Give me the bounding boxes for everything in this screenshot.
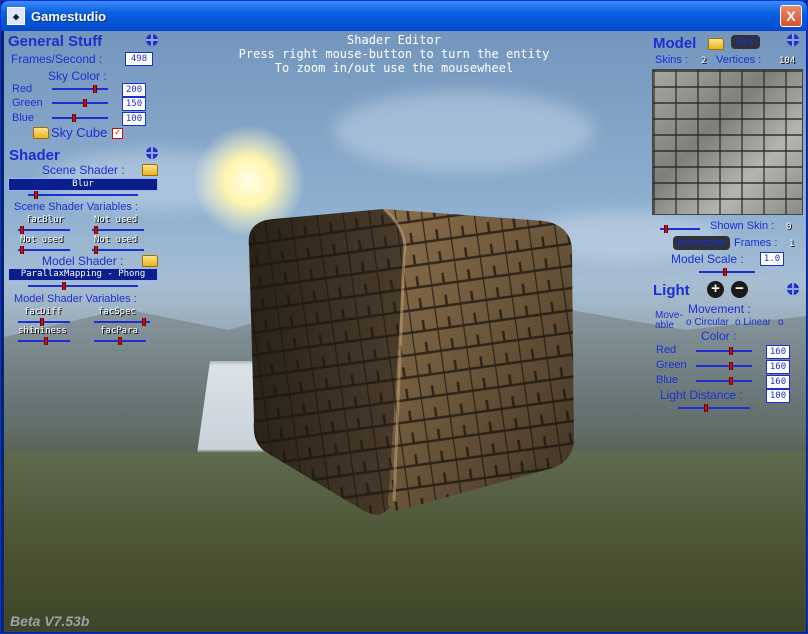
app-window: ◆ Gamestudio X Shader Editor Press right… xyxy=(0,0,808,634)
skins-label: Skins : xyxy=(655,54,689,66)
light-red-value[interactable]: 160 xyxy=(766,345,790,359)
movement-option-third[interactable]: o xyxy=(778,317,784,328)
light-blue-label: Blue xyxy=(656,374,679,386)
animation-button[interactable]: Animation xyxy=(673,236,730,250)
scene-vars-label: Scene Shader Variables : xyxy=(14,201,138,213)
cloud xyxy=(334,91,594,171)
vertices-value: 104 xyxy=(779,56,796,66)
light-blue-slider[interactable] xyxy=(696,377,752,385)
sky-blue-slider[interactable] xyxy=(52,114,108,122)
shown-skin-label: Shown Skin : xyxy=(710,220,775,232)
sky-red-slider[interactable] xyxy=(52,85,108,93)
frames-label: Frames : xyxy=(734,237,778,249)
model-scale-slider[interactable] xyxy=(699,268,755,276)
scene-var-1-slider[interactable] xyxy=(18,226,70,234)
scene-var-4-slider[interactable] xyxy=(92,246,144,254)
folder-icon[interactable] xyxy=(142,255,158,267)
model-scale-value[interactable]: 1.0 xyxy=(760,252,784,266)
sky-cube-checkbox[interactable]: ✓ xyxy=(112,128,123,139)
light-green-slider[interactable] xyxy=(696,362,752,370)
model-var-3-slider[interactable] xyxy=(18,337,70,345)
light-distance-value[interactable]: 100 xyxy=(766,389,790,403)
sky-green-slider[interactable] xyxy=(52,99,108,107)
stone-cube-entity[interactable] xyxy=(234,191,584,541)
version-label: Beta V7.53b xyxy=(10,613,90,629)
render-viewport[interactable]: Shader Editor Press right mouse-button t… xyxy=(4,31,806,632)
model-var-3: shininess xyxy=(18,326,67,336)
folder-icon[interactable] xyxy=(708,38,724,50)
model-var-2: facSpec xyxy=(98,307,136,317)
scene-shader-field[interactable]: Blur xyxy=(8,178,158,191)
scene-var-3-slider[interactable] xyxy=(18,246,70,254)
folder-icon[interactable] xyxy=(33,127,49,139)
model-heading: Model xyxy=(653,35,697,52)
light-distance-label: Light Distance : xyxy=(660,388,743,402)
movement-label: Movement : xyxy=(688,302,751,316)
model-scale-label: Model Scale : xyxy=(671,252,744,266)
sky-green-value[interactable]: 150 xyxy=(122,97,146,111)
model-shader-field[interactable]: ParallaxMapping - Phong xyxy=(8,268,158,281)
scene-var-1: facBlur xyxy=(26,215,64,225)
sky-blue-value[interactable]: 100 xyxy=(122,112,146,126)
model-vars-label: Model Shader Variables : xyxy=(14,293,137,305)
light-heading: Light xyxy=(653,282,690,299)
plus-icon[interactable]: + xyxy=(707,281,724,298)
scene-var-4: Not used xyxy=(94,235,138,245)
movement-option-circular[interactable]: o Circular xyxy=(686,317,729,328)
crosshair-icon[interactable] xyxy=(787,283,799,295)
sky-blue-label: Blue xyxy=(12,112,35,124)
shader-heading: Shader xyxy=(9,147,60,164)
vertices-label: Vertices : xyxy=(716,54,762,66)
crosshair-icon[interactable] xyxy=(787,34,799,46)
shown-skin-value: 0 xyxy=(786,222,792,232)
model-shader-slider[interactable] xyxy=(28,282,138,290)
light-green-label: Green xyxy=(656,359,687,371)
sky-color-label: Sky Color : xyxy=(48,69,107,83)
window-title: Gamestudio xyxy=(31,8,107,24)
scene-shader-slider[interactable] xyxy=(28,191,138,199)
crosshair-icon[interactable] xyxy=(146,34,158,46)
model-var-2-slider[interactable] xyxy=(94,318,150,326)
shown-skin-slider[interactable] xyxy=(660,225,700,233)
minus-icon[interactable]: − xyxy=(731,281,748,298)
general-stuff-heading: General Stuff xyxy=(8,33,103,50)
movement-option-linear[interactable]: o Linear xyxy=(735,317,771,328)
model-var-4-slider[interactable] xyxy=(94,337,146,345)
scene-var-2: Not used xyxy=(94,215,138,225)
model-var-1-slider[interactable] xyxy=(18,318,70,326)
moveable-label: Move- able xyxy=(655,310,683,331)
fps-value: 498 xyxy=(125,52,153,66)
scene-var-2-slider[interactable] xyxy=(92,226,144,234)
frames-value: 1 xyxy=(789,239,795,249)
skin-texture-preview xyxy=(652,69,803,215)
light-red-slider[interactable] xyxy=(696,347,752,355)
close-button[interactable]: X xyxy=(780,5,802,27)
light-red-label: Red xyxy=(656,344,677,356)
app-icon: ◆ xyxy=(7,7,25,25)
model-var-4: facPara xyxy=(100,326,138,336)
fps-label: Frames/Second : xyxy=(11,52,103,66)
skins-value: 2 xyxy=(701,56,707,66)
title-bar: ◆ Gamestudio X xyxy=(1,1,807,31)
sky-red-label: Red xyxy=(12,83,33,95)
light-blue-value[interactable]: 160 xyxy=(766,375,790,389)
light-color-label: Color : xyxy=(701,329,737,343)
light-distance-slider[interactable] xyxy=(678,404,750,412)
sky-red-value[interactable]: 200 xyxy=(122,83,146,97)
skin-button[interactable]: Skin xyxy=(731,35,761,49)
model-var-1: facDiff xyxy=(24,307,62,317)
folder-icon[interactable] xyxy=(142,164,158,176)
sky-cube-label: Sky Cube xyxy=(51,125,108,140)
scene-var-3: Not used xyxy=(20,235,64,245)
sky-green-label: Green xyxy=(12,97,43,109)
light-green-value[interactable]: 160 xyxy=(766,360,790,374)
scene-shader-label: Scene Shader : xyxy=(42,163,125,177)
crosshair-icon[interactable] xyxy=(146,147,158,159)
model-shader-label: Model Shader : xyxy=(42,254,124,268)
